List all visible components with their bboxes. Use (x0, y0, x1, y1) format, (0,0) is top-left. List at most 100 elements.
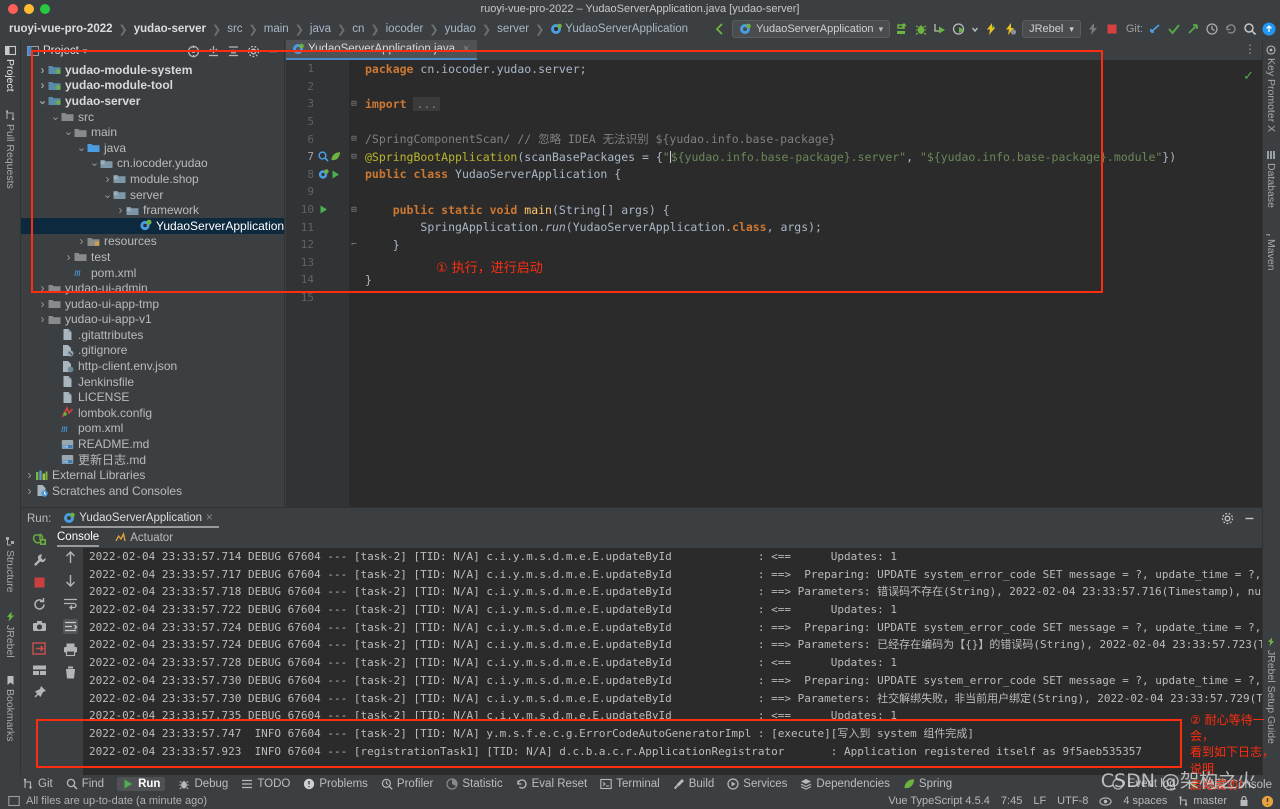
bean-icon[interactable] (318, 151, 329, 162)
code-fold-toggle-icon[interactable]: ⊟ (349, 134, 359, 144)
code-line[interactable]: 14} (286, 271, 1262, 289)
scroll-down-icon[interactable] (63, 573, 78, 588)
print-icon[interactable] (63, 642, 78, 657)
tree-node[interactable]: › test (21, 249, 284, 265)
chevron-down-icon[interactable] (971, 22, 979, 36)
tree-node[interactable]: › yudao-ui-admin (21, 280, 284, 296)
status-tool-spring[interactable]: Spring (903, 778, 952, 790)
export-icon[interactable] (31, 641, 47, 656)
breadcrumb-item-class[interactable]: YudaoServerApplication (547, 23, 691, 35)
sidebar-item-pull-requests[interactable]: Pull Requests (4, 107, 16, 192)
code-fold-toggle-icon[interactable]: ⊟ (349, 205, 359, 215)
collapse-all-icon[interactable] (227, 45, 240, 58)
event-log-button[interactable]: Event log (1112, 778, 1176, 790)
code-fold-toggle-icon[interactable]: ⊟ (349, 99, 359, 109)
tree-node[interactable]: MD README.md (21, 436, 284, 452)
code-line[interactable]: 5 (286, 113, 1262, 131)
sidebar-item-maven[interactable]: m Maven (1265, 223, 1277, 274)
close-window-button[interactable] (8, 4, 18, 14)
user-avatar-icon[interactable] (1262, 22, 1276, 36)
chevron-right-icon[interactable]: › (115, 203, 126, 217)
status-tool-debug[interactable]: Debug (178, 778, 228, 790)
sidebar-item-bookmarks[interactable]: Bookmarks (4, 672, 16, 745)
tree-node[interactable]: › yudao-ui-app-tmp (21, 296, 284, 312)
chevron-right-icon[interactable]: › (24, 468, 35, 482)
settings-gear-icon[interactable] (247, 45, 260, 58)
tree-node[interactable]: ⌄ java (21, 140, 284, 156)
git-update-icon[interactable] (1148, 22, 1162, 36)
git-commit-icon[interactable] (1167, 22, 1181, 36)
maximize-window-button[interactable] (40, 4, 50, 14)
stop-icon[interactable] (1105, 22, 1119, 36)
code-line[interactable]: 11 SpringApplication.run(YudaoServerAppl… (286, 218, 1262, 236)
chevron-right-icon[interactable]: › (37, 281, 48, 295)
code-fold-toggle-icon[interactable]: ⌐ (349, 240, 359, 250)
code-line[interactable]: 15 (286, 289, 1262, 307)
sidebar-item-key-promoter[interactable]: Key Promoter X (1265, 42, 1277, 135)
tree-node[interactable]: › resources (21, 234, 284, 250)
tree-node[interactable]: › yudao-module-tool (21, 78, 284, 94)
jrebel-run-icon[interactable] (984, 22, 998, 36)
code-line[interactable]: 8 public class YudaoServerApplication { (286, 166, 1262, 184)
tree-node[interactable]: .gitattributes (21, 327, 284, 343)
code-line[interactable]: 2 (286, 78, 1262, 96)
chevron-down-icon[interactable]: ⌄ (37, 95, 48, 106)
gutter-icons[interactable] (317, 151, 349, 162)
tree-node[interactable]: m pom.xml (21, 265, 284, 281)
run-gutter-icon[interactable] (318, 204, 329, 215)
code-line[interactable]: 13 (286, 254, 1262, 272)
chevron-right-icon[interactable]: › (24, 484, 35, 498)
search-everywhere-icon[interactable] (1243, 22, 1257, 36)
inspection-ok-icon[interactable]: ✓ (1243, 68, 1254, 84)
restart-icon[interactable] (32, 597, 47, 612)
git-history-icon[interactable] (1205, 22, 1219, 36)
chevron-right-icon[interactable]: › (37, 297, 48, 311)
breadcrumb-item-project[interactable]: ruoyi-vue-pro-2022 (6, 23, 116, 35)
code-line[interactable]: 10 ⊟ public static void main(String[] arg… (286, 201, 1262, 219)
camera-icon[interactable] (32, 619, 47, 634)
tree-node[interactable]: http-client.env.json (21, 358, 284, 374)
run-configuration-selector[interactable]: YudaoServerApplication ▾ (732, 20, 891, 38)
breadcrumb-item-yudao[interactable]: yudao (442, 23, 479, 35)
code-line[interactable]: 7 ⊟ @SpringBootApplication(scanBasePackage… (286, 148, 1262, 166)
status-tool-services[interactable]: Services (727, 778, 787, 790)
tree-node[interactable]: › Scratches and Consoles (21, 483, 284, 499)
tree-node[interactable]: ⌄ server (21, 187, 284, 203)
breadcrumb-item-main[interactable]: main (261, 23, 292, 35)
caret-position[interactable]: 7:45 (1001, 795, 1022, 807)
tree-node[interactable]: › module.shop (21, 171, 284, 187)
eye-icon[interactable] (1099, 795, 1112, 808)
run-config-tab[interactable]: YudaoServerApplication × (61, 510, 219, 528)
lock-icon[interactable] (1238, 795, 1250, 807)
git-rollback-icon[interactable] (1224, 22, 1238, 36)
expand-all-icon[interactable] (207, 45, 220, 58)
status-tool-statistic[interactable]: Statistic (446, 778, 503, 790)
chevron-down-icon[interactable]: ⌄ (102, 189, 113, 200)
breadcrumb-item-iocoder[interactable]: iocoder (383, 23, 427, 35)
tree-node[interactable]: MD 更新日志.md (21, 452, 284, 468)
scroll-to-end-icon[interactable] (62, 619, 78, 634)
run-with-coverage-icon[interactable] (952, 22, 966, 36)
console-output[interactable]: 2022-02-04 23:33:57.714 DEBUG 67604 --- … (83, 548, 1262, 775)
soft-wrap-icon[interactable] (63, 596, 78, 611)
gutter-icons[interactable] (317, 204, 349, 215)
encoding[interactable]: UTF-8 (1057, 795, 1088, 807)
sidebar-item-jrebel[interactable]: JRebel (4, 608, 16, 661)
wrench-settings-icon[interactable] (32, 553, 47, 568)
breadcrumb-item-java[interactable]: java (307, 23, 334, 35)
run-gutter-icon[interactable] (330, 169, 341, 180)
tree-node[interactable]: › External Libraries (21, 467, 284, 483)
status-tool-problems[interactable]: Problems (303, 778, 368, 790)
jrebel-debug-icon[interactable] (1003, 22, 1017, 36)
editor-tab-options-icon[interactable]: ⋮ (1244, 43, 1256, 55)
tab-console[interactable]: Console (57, 531, 100, 547)
status-tool-run[interactable]: Run (117, 777, 166, 791)
hide-panel-icon[interactable] (1243, 512, 1256, 525)
chevron-right-icon[interactable]: › (37, 312, 48, 326)
chevron-down-icon[interactable]: ▾ (83, 46, 88, 57)
tree-node[interactable]: › yudao-module-system (21, 62, 284, 78)
close-icon[interactable]: × (463, 43, 469, 55)
chevron-down-icon[interactable]: ⌄ (50, 111, 61, 122)
tree-node[interactable]: LICENSE (21, 389, 284, 405)
code-line[interactable]: 1 package cn.iocoder.yudao.server; (286, 60, 1262, 78)
